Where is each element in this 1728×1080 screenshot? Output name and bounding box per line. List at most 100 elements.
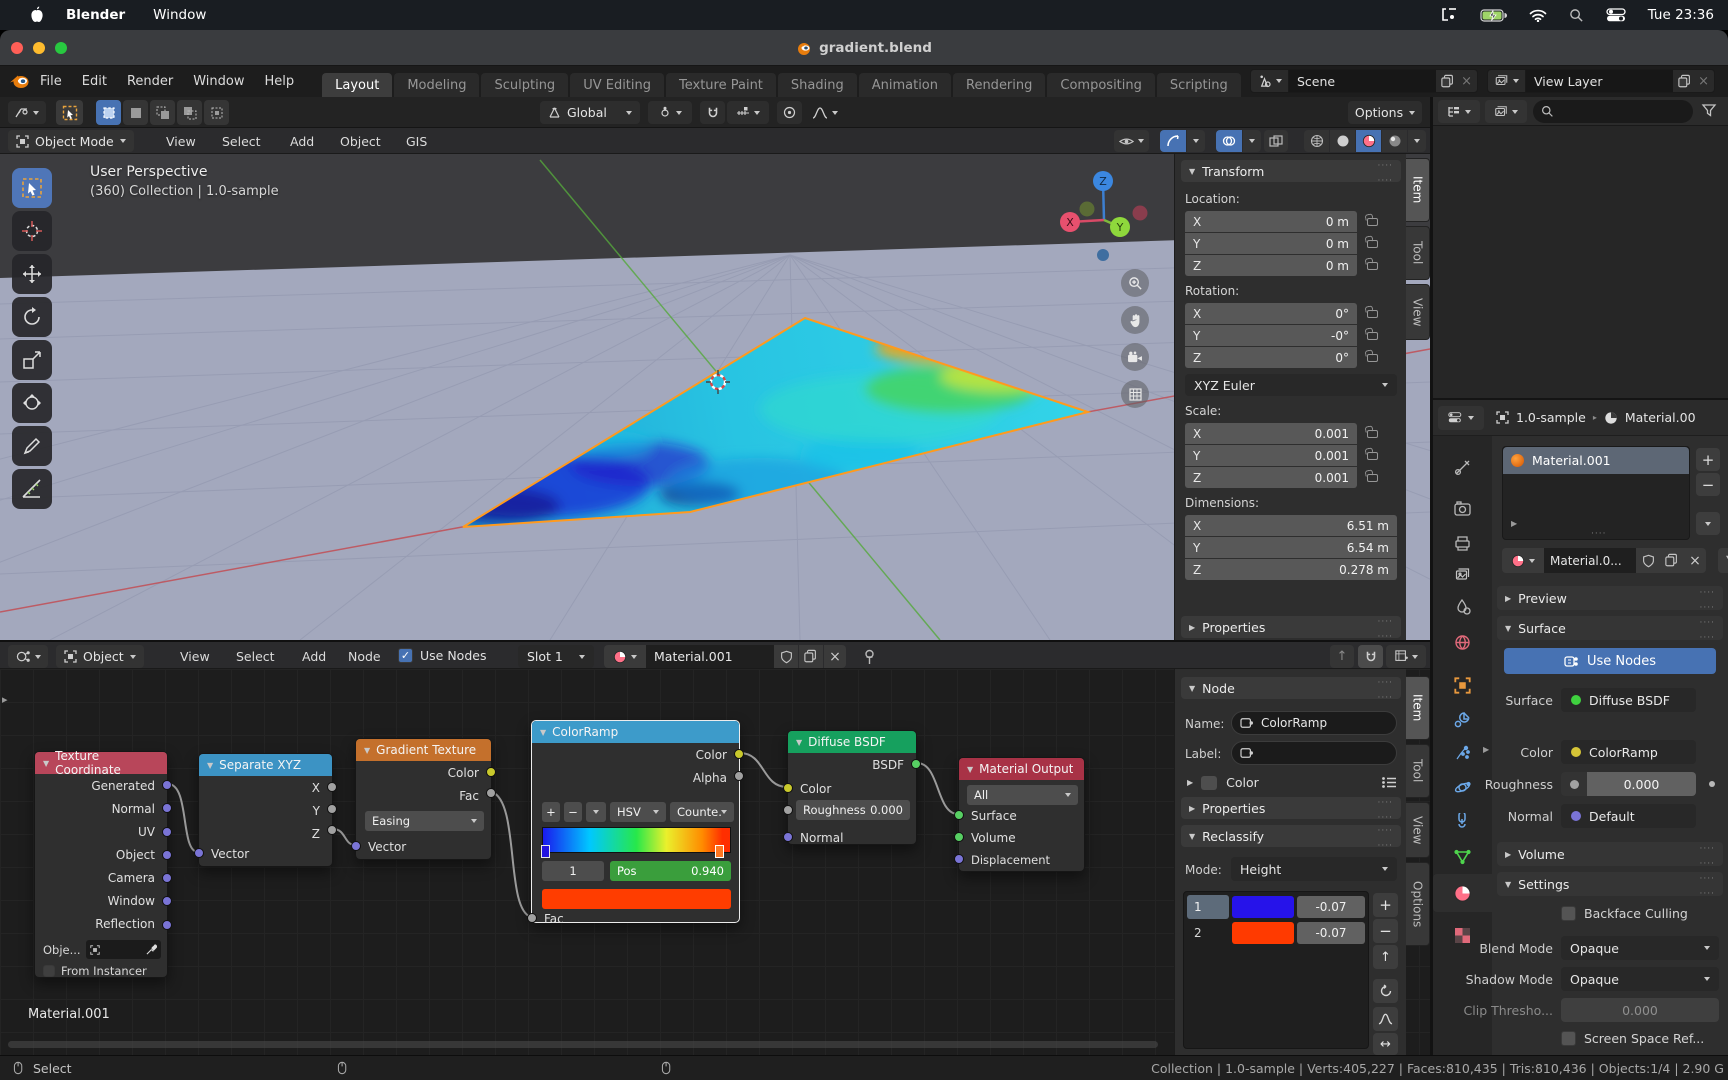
visibility-dropdown[interactable] [1114,130,1149,152]
node-material-output[interactable]: ▼ Material Output All Surface Volume Disp… [954,757,1085,872]
backface-culling-checkbox[interactable] [1561,906,1576,921]
mode-dropdown[interactable]: Object Mode [8,130,134,152]
node-panel-header[interactable]: ▼ Node [1181,677,1401,699]
battery-icon[interactable] [1480,8,1507,22]
ramp-stop-1[interactable] [715,845,724,858]
sidebar-tab-tool[interactable]: Tool [1406,226,1430,280]
reclassify-add-button[interactable]: + [1373,893,1398,917]
properties-tab-scene[interactable] [1433,590,1492,624]
pan-view-button[interactable] [1121,306,1149,334]
copy-view-layer-icon[interactable] [1678,74,1692,89]
select-mode-invert-button[interactable] [177,100,202,125]
shader-copy-material-button[interactable] [799,645,823,668]
diffuse-roughness-field[interactable]: Roughness 0.000 [796,800,910,820]
properties-tab-tool[interactable] [1433,450,1492,484]
node-separate-xyz[interactable]: ▼ Separate XYZ X Y Z Vector [194,753,337,867]
reclassify-refresh-button[interactable] [1373,979,1398,1003]
reclassify-row-1[interactable]: 1 -0.07 [1187,895,1365,919]
workspace-tab-sculpting[interactable]: Sculpting [481,73,569,97]
editor-divider[interactable] [1430,97,1433,1055]
remove-material-slot-button[interactable]: − [1696,473,1720,496]
reclassify-row-1-value[interactable]: -0.07 [1297,896,1365,918]
surface-section-header[interactable]: ▼ Surface [1497,616,1723,640]
lock-scale-z-icon[interactable] [1367,474,1378,482]
shader-fake-user-button[interactable] [774,645,798,668]
workspace-tab-layout[interactable]: Layout [322,73,393,97]
use-nodes-checkbox[interactable]: ✓ [398,648,413,663]
socket-z[interactable] [327,825,337,835]
shader-type-dropdown[interactable]: Object [56,645,144,668]
remove-view-layer-icon[interactable]: × [1698,74,1709,89]
reclassify-range-button[interactable]: ↔ [1373,1033,1398,1055]
active-tool-button[interactable] [56,100,83,125]
color-presets-icon[interactable] [1381,776,1397,789]
transform-panel-header[interactable]: ▼ Transform [1181,160,1401,182]
camera-view-button[interactable] [1121,343,1149,371]
shader-menu-select[interactable]: Select [226,642,285,671]
lock-location-x-icon[interactable] [1367,218,1378,226]
viewport-menu-select[interactable]: Select [212,128,271,154]
menu-window[interactable]: Window [183,66,254,97]
lock-location-z-icon[interactable] [1367,262,1378,270]
shading-dropdown[interactable] [1408,130,1426,152]
options-dropdown[interactable]: Options [1348,101,1422,124]
viewport-menu-view[interactable]: View [156,128,206,154]
minimize-button[interactable] [33,42,45,54]
eyedropper-icon[interactable] [146,944,157,955]
properties-tab-view-layer[interactable] [1433,558,1492,592]
settings-section-header[interactable]: ▼ Settings [1497,872,1723,896]
dimensions-z-field[interactable]: Z 0.278 m [1185,559,1397,580]
shader-menu-node[interactable]: Node [338,642,391,671]
socket-diffuse-color-in[interactable] [783,783,793,793]
zoom-button[interactable] [55,42,67,54]
add-material-slot-button[interactable]: + [1696,448,1720,471]
socket-normal[interactable] [162,803,172,813]
color-value[interactable]: ColorRamp [1561,740,1696,764]
shading-material-button[interactable] [1356,130,1381,152]
socket-gradient-fac[interactable] [486,788,496,798]
roughness-value-field[interactable]: 0.000 [1587,772,1696,796]
dimensions-y-field[interactable]: Y 6.54 m [1185,537,1397,558]
blender-logo-icon[interactable] [8,73,30,91]
scale-z-field[interactable]: Z 0.001 [1185,467,1357,488]
reclassify-row-2-value[interactable]: -0.07 [1297,922,1365,944]
location-y-field[interactable]: Y0 m [1185,233,1357,254]
shader-overlay-dropdown[interactable] [1386,645,1426,668]
navigation-gizmo[interactable]: Z X Y [1056,160,1152,270]
properties-tab-output[interactable] [1433,526,1492,560]
ramp-color-swatch[interactable] [542,889,731,909]
screen-mirroring-icon[interactable] [1441,8,1458,22]
node-name-field[interactable]: ColorRamp [1231,711,1397,735]
select-mode-intersect-button[interactable] [204,100,229,125]
select-mode-subtract-button[interactable] [150,100,175,125]
socket-displacement-in[interactable] [954,854,964,864]
node-label-field[interactable] [1231,741,1397,765]
spotlight-icon[interactable] [1569,8,1584,23]
reclassify-row-1-swatch[interactable] [1232,896,1294,918]
viewport-menu-object[interactable]: Object [330,128,391,154]
viewport-menu-gis[interactable]: GIS [396,128,437,154]
socket-ramp-fac-in[interactable] [527,913,537,923]
socket-window[interactable] [162,896,172,906]
properties-tab-world[interactable] [1433,625,1492,659]
outliner-search-input[interactable] [1533,100,1693,123]
shader-unlink-material-button[interactable]: × [824,645,846,668]
interpolation-dropdown[interactable]: Counte... [670,802,734,822]
rotation-mode-dropdown[interactable]: XYZ Euler [1185,374,1397,396]
surface-value[interactable]: Diffuse BSDF [1561,688,1696,712]
material-slot-row[interactable]: Material.001 [1503,447,1689,474]
preview-section-header[interactable]: ▶ Preview [1497,586,1723,610]
outliner-filter-icon[interactable] [1701,103,1717,119]
ramp-index-field[interactable]: 1 [542,861,604,881]
select-mode-extend-button[interactable] [123,100,148,125]
tool-cursor-button[interactable] [12,211,52,251]
lock-rotation-z-icon[interactable] [1367,354,1378,362]
volume-section-header[interactable]: ▶ Volume [1497,842,1723,866]
node-color-expand-arrow[interactable]: ▶ [1187,778,1193,787]
roughness-animate-dot[interactable] [1709,781,1715,787]
menu-render[interactable]: Render [117,66,183,97]
window-titlebar[interactable]: gradient.blend [0,30,1728,66]
view-layer-name[interactable]: View Layer [1526,70,1674,92]
shader-editor-type-button[interactable] [8,645,48,668]
copy-material-button[interactable] [1660,548,1684,573]
